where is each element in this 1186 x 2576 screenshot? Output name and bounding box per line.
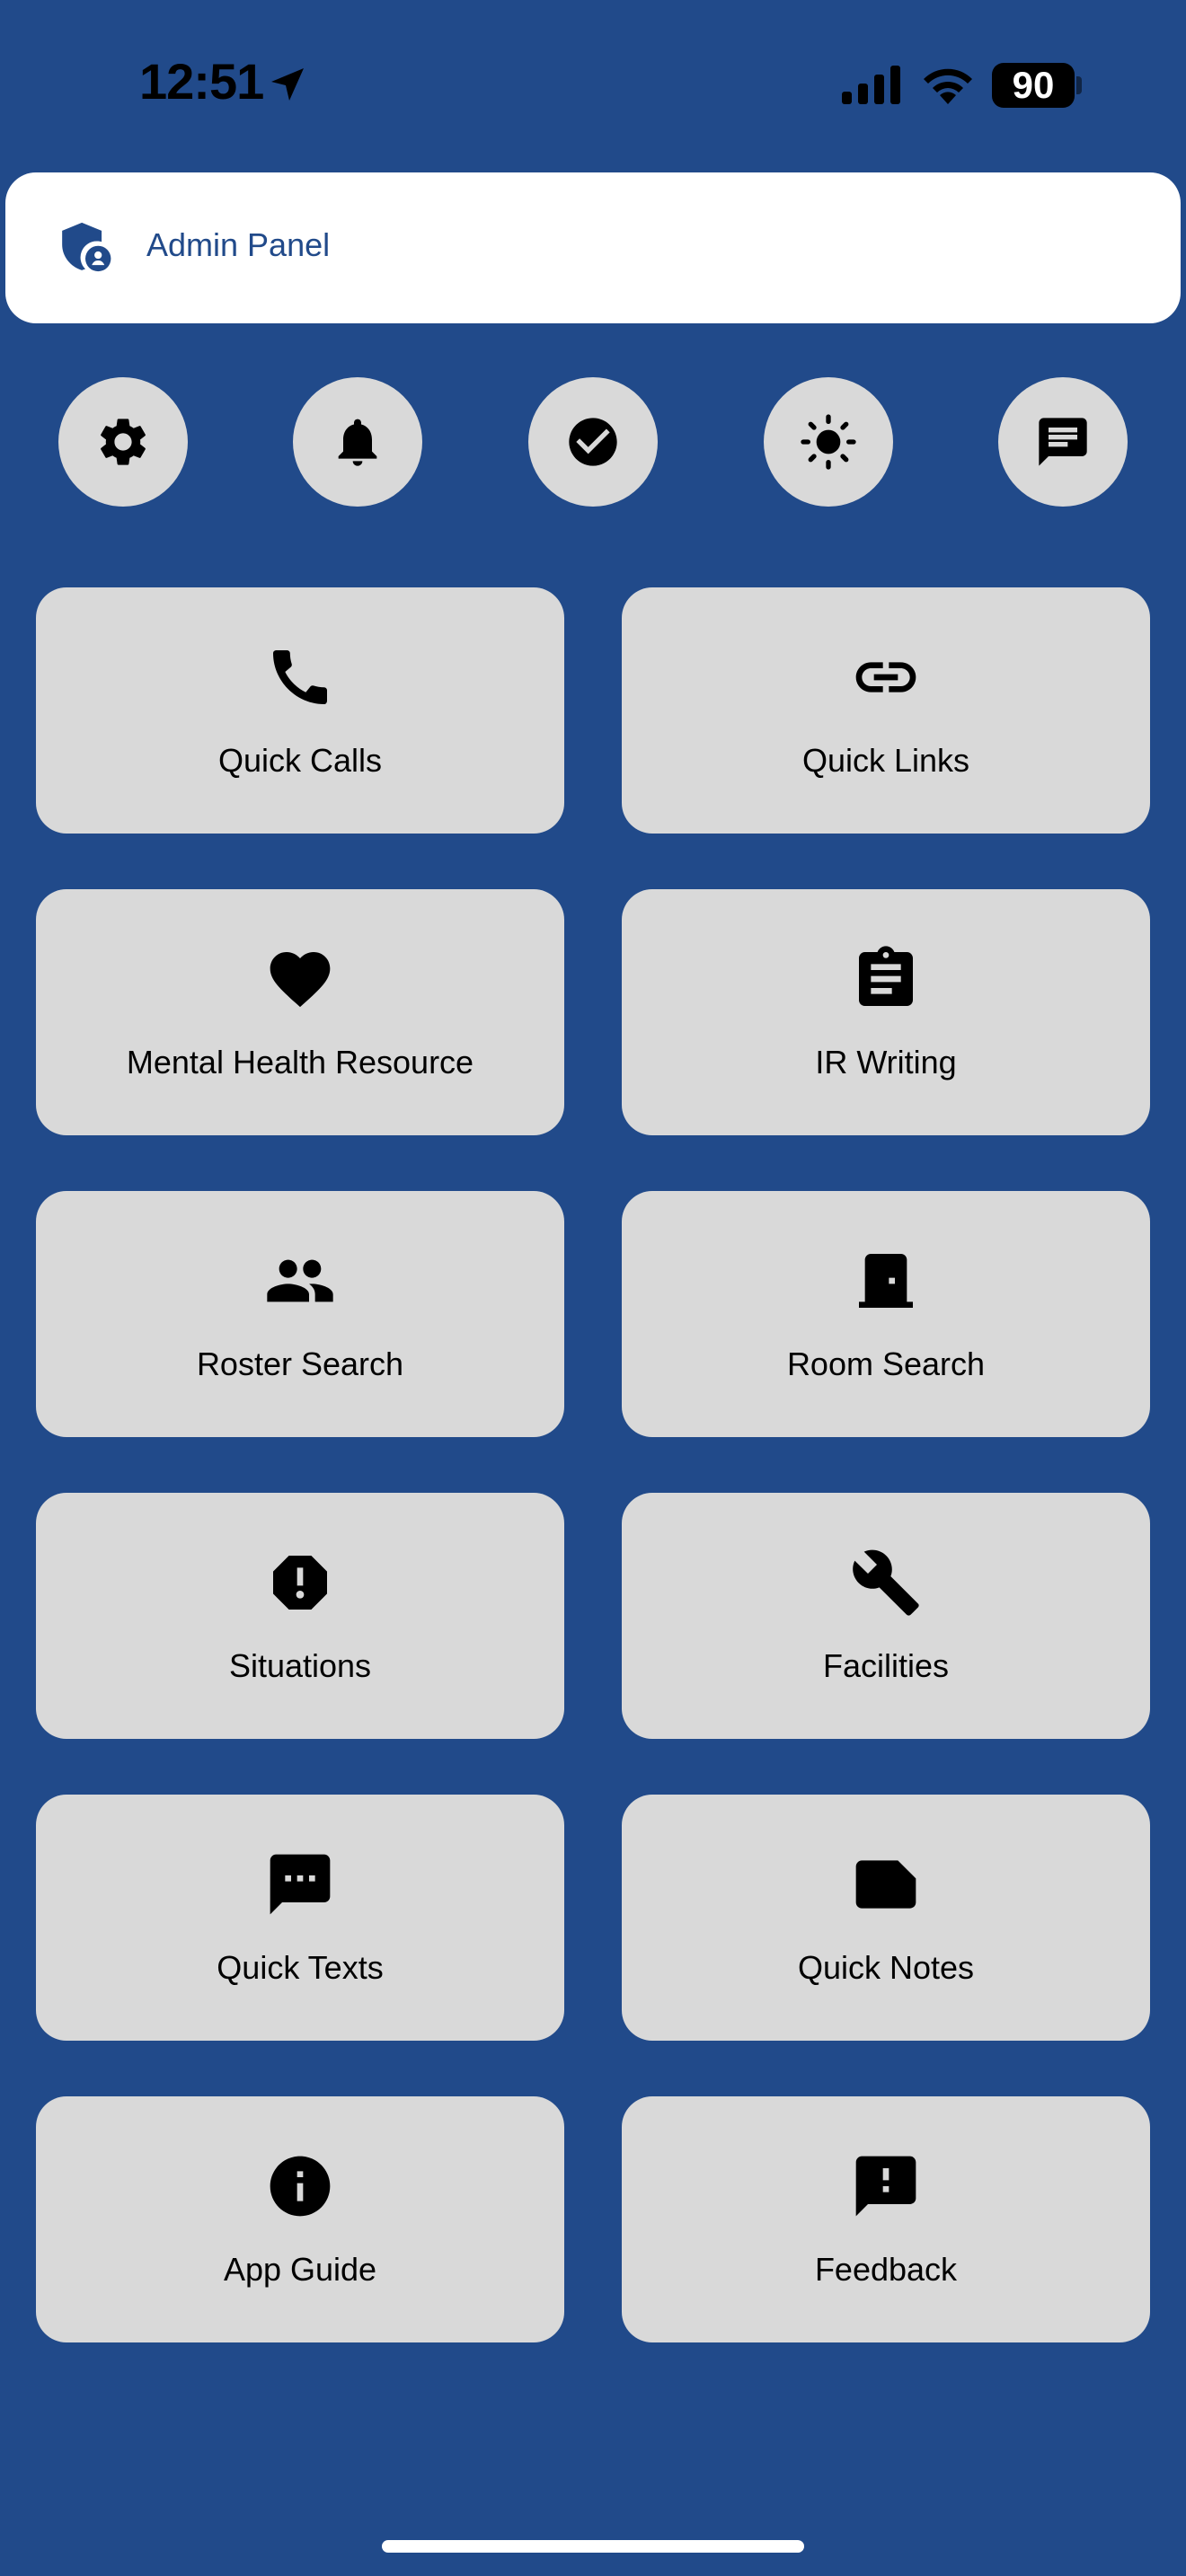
tile-label: Mental Health Resource [126,1044,474,1081]
tile-label: Quick Calls [217,742,383,779]
messages-button[interactable] [998,377,1128,507]
tile-label: Quick Notes [797,1949,975,1986]
tile-mental-health-resource[interactable]: Mental Health Resource [36,889,564,1135]
alert-octagon-icon [273,1556,327,1610]
tile-label: Room Search [786,1345,986,1382]
info-icon [270,2156,331,2217]
home-indicator[interactable] [382,2540,804,2553]
feedback-icon [855,2156,916,2217]
battery-indicator: 90 [992,63,1075,108]
cellular-signal-icon [842,66,900,104]
door-icon [859,1254,913,1308]
location-arrow-icon [271,68,304,101]
tile-situations[interactable]: Situations [36,1493,564,1739]
admin-panel-label: Admin Panel [146,226,331,263]
admin-panel-button[interactable]: Admin Panel [5,172,1181,323]
phone-icon [273,650,327,704]
tile-quick-calls[interactable]: Quick Calls [36,587,564,834]
tile-quick-texts[interactable]: Quick Texts [36,1795,564,2041]
tile-room-search[interactable]: Room Search [622,1191,1150,1437]
tile-quick-notes[interactable]: Quick Notes [622,1795,1150,2041]
theme-button[interactable] [764,377,893,507]
bell-icon [338,419,377,466]
chat-icon [1039,418,1087,466]
heart-icon [270,952,331,1008]
wrench-icon [853,1549,919,1616]
status-bar: 12:51 90 [0,0,1186,171]
notifications-button[interactable] [293,377,422,507]
check-circle-icon [569,418,617,466]
gear-icon [101,419,146,465]
tile-roster-search[interactable]: Roster Search [36,1191,564,1437]
tile-label: Quick Links [801,742,970,779]
tile-label: IR Writing [815,1044,957,1081]
tile-feedback[interactable]: Feedback [622,2096,1150,2342]
link-icon [855,662,916,693]
sun-icon [801,414,856,470]
sms-icon [270,1854,331,1915]
tile-label: Facilities [822,1647,950,1684]
tile-label: App Guide [223,2251,377,2288]
tasks-button[interactable] [528,377,658,507]
tile-quick-links[interactable]: Quick Links [622,587,1150,834]
tile-ir-writing[interactable]: IR Writing [622,889,1150,1135]
tile-label: Feedback [814,2251,958,2288]
tile-label: Quick Texts [217,1949,384,1986]
clipboard-icon [859,946,913,1006]
wifi-icon [924,68,972,104]
tile-facilities[interactable]: Facilities [622,1493,1150,1739]
admin-shield-icon [62,222,111,272]
note-icon [855,1860,916,1909]
status-time: 12:51 [139,53,264,110]
people-icon [267,1259,333,1302]
tile-label: Roster Search [196,1345,404,1382]
tile-app-guide[interactable]: App Guide [36,2096,564,2342]
tile-label: Situations [228,1647,372,1684]
battery-tip [1076,76,1082,94]
settings-button[interactable] [58,377,188,507]
